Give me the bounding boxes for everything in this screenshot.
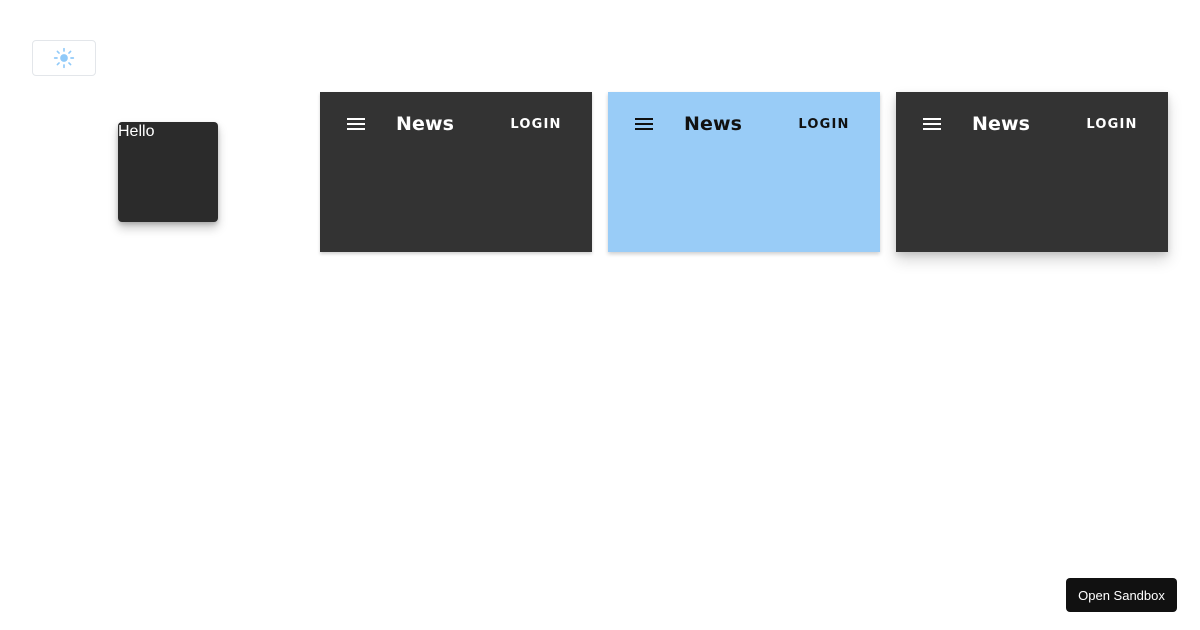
appbar-title: News [396, 113, 455, 135]
open-sandbox-button[interactable]: Open Sandbox [1066, 578, 1177, 612]
menu-icon [923, 118, 941, 130]
hello-paper: Hello [118, 122, 218, 222]
demo-page: Hello News LOGIN News LOGIN News LOGIN O… [0, 0, 1200, 630]
appbar-toolbar: News LOGIN [320, 92, 592, 156]
appbar-toolbar: News LOGIN [896, 92, 1168, 156]
sun-icon [53, 47, 75, 69]
appbar-title: News [684, 113, 743, 135]
login-button[interactable]: LOGIN [794, 112, 854, 136]
hello-text: Hello [118, 123, 155, 140]
menu-button[interactable] [632, 112, 656, 136]
appbar-box-1: News LOGIN [320, 92, 592, 252]
menu-icon [347, 118, 365, 130]
theme-toggle-button[interactable] [32, 40, 96, 76]
menu-icon [635, 118, 653, 130]
login-button[interactable]: LOGIN [506, 112, 566, 136]
appbar-box-3: News LOGIN [896, 92, 1168, 252]
menu-button[interactable] [344, 112, 368, 136]
appbar-box-2: News LOGIN [608, 92, 880, 252]
menu-button[interactable] [920, 112, 944, 136]
login-button[interactable]: LOGIN [1082, 112, 1142, 136]
appbar-toolbar: News LOGIN [608, 92, 880, 156]
appbar-title: News [972, 113, 1031, 135]
